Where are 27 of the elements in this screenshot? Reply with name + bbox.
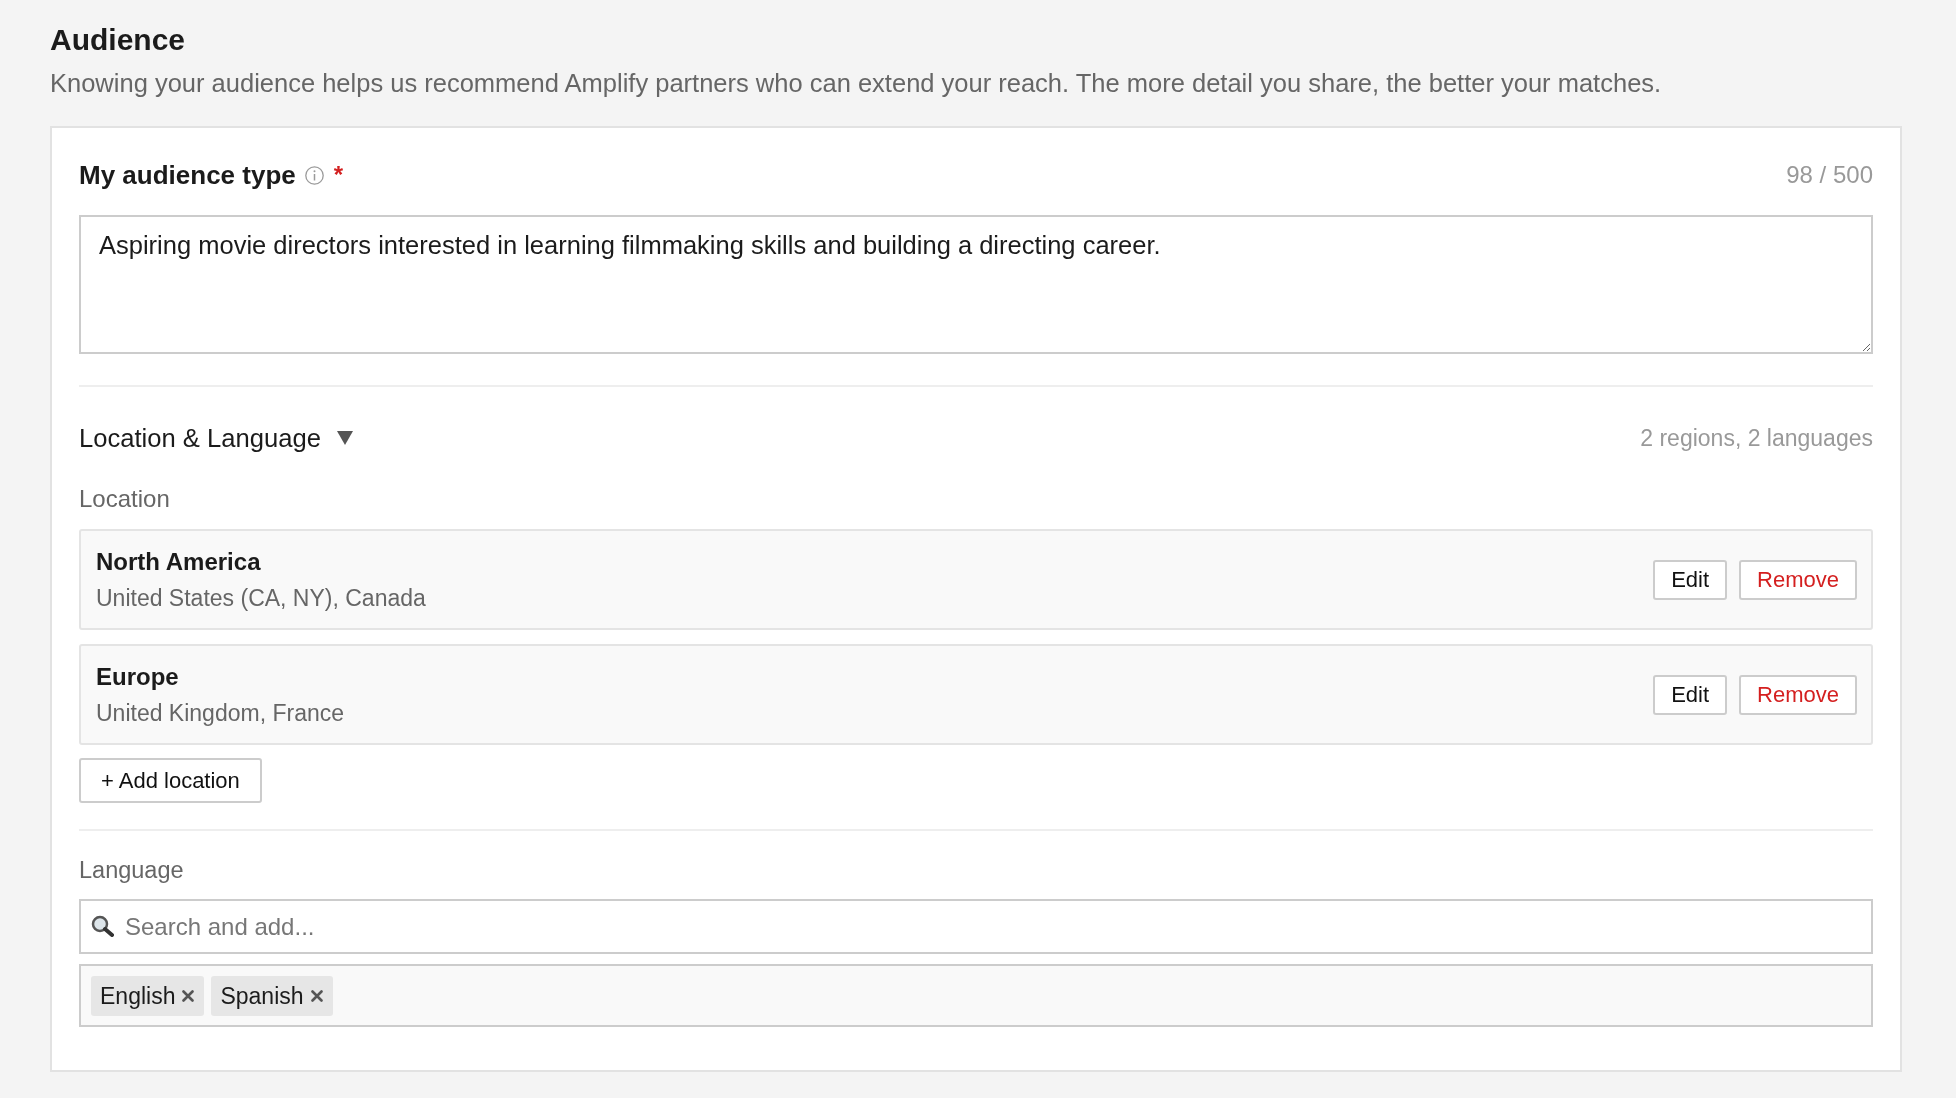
location-detail: United Kingdom, France: [96, 698, 344, 728]
add-location-button[interactable]: + Add location: [79, 758, 262, 803]
section-summary: 2 regions, 2 languages: [1640, 424, 1873, 453]
field-label: My audience type: [79, 159, 296, 192]
page-description: Knowing your audience helps us recommend Amplify partners who can extend your reach. The more detail you share, the better your matches.: [50, 68, 1663, 99]
edit-button[interactable]: Edit: [1653, 559, 1728, 600]
close-icon[interactable]: [310, 989, 323, 1002]
caret-down-icon[interactable]: [336, 431, 353, 445]
language-search-field[interactable]: Search and add...: [79, 899, 1873, 954]
location-name: North America: [96, 546, 261, 577]
tag-label: Spanish: [220, 981, 304, 1011]
close-icon[interactable]: [182, 989, 195, 1002]
audience-textarea[interactable]: Aspiring movie directors interested in learning filmmaking skills and building a directing career.: [79, 215, 1873, 354]
tag-label: English: [100, 981, 176, 1011]
location-name: Europe: [96, 661, 179, 692]
remove-button[interactable]: Remove: [1739, 674, 1857, 715]
required-mark: *: [333, 160, 344, 190]
character-counter: 98 / 500: [1786, 160, 1873, 190]
search-icon: [91, 915, 114, 937]
remove-button[interactable]: Remove: [1739, 559, 1857, 600]
location-detail: United States (CA, NY), Canada: [96, 583, 426, 613]
info-icon: [304, 165, 324, 185]
edit-button[interactable]: Edit: [1653, 674, 1728, 715]
page-title: Audience: [50, 22, 187, 58]
location-label: Location: [79, 485, 170, 513]
language-label: Language: [79, 856, 184, 884]
section-title: Location & Language: [79, 423, 321, 454]
